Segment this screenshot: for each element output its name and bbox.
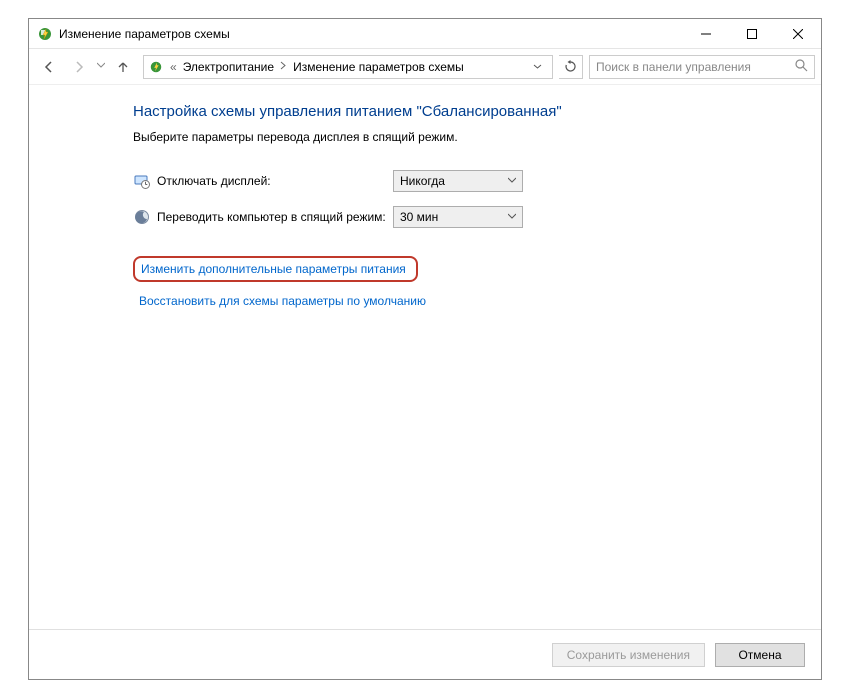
sleep-dropdown[interactable]: 30 мин — [393, 206, 523, 228]
display-off-value: Никогда — [400, 174, 508, 188]
footer: Сохранить изменения Отмена — [29, 629, 821, 679]
power-options-icon — [37, 26, 53, 42]
breadcrumb-item[interactable]: Электропитание — [183, 60, 274, 74]
cancel-button[interactable]: Отмена — [715, 643, 805, 667]
titlebar: Изменение параметров схемы — [29, 19, 821, 49]
setting-row-sleep: Переводить компьютер в спящий режим: 30 … — [133, 206, 811, 228]
navbar: « Электропитание Изменение параметров сх… — [29, 49, 821, 85]
content-area: Настройка схемы управления питанием "Сба… — [29, 85, 821, 629]
address-dropdown-icon[interactable] — [526, 56, 548, 78]
links-block: Изменить дополнительные параметры питани… — [133, 256, 811, 308]
page-heading: Настройка схемы управления питанием "Сба… — [133, 103, 811, 120]
up-button[interactable] — [109, 53, 137, 81]
sleep-value: 30 мин — [400, 210, 508, 224]
window-frame: Изменение параметров схемы — [28, 18, 822, 680]
window-title: Изменение параметров схемы — [59, 27, 230, 41]
save-button: Сохранить изменения — [552, 643, 705, 667]
search-box[interactable]: Поиск в панели управления — [589, 55, 815, 79]
recent-dropdown-icon[interactable] — [95, 61, 107, 72]
display-timeout-icon — [133, 172, 151, 190]
setting-row-display: Отключать дисплей: Никогда — [133, 170, 811, 192]
advanced-settings-link[interactable]: Изменить дополнительные параметры питани… — [141, 262, 406, 276]
sleep-icon — [133, 208, 151, 226]
page-subtext: Выберите параметры перевода дисплея в сп… — [133, 130, 811, 144]
restore-defaults-link[interactable]: Восстановить для схемы параметры по умол… — [139, 294, 426, 308]
overflow-chevron-icon[interactable]: « — [170, 60, 177, 74]
close-button[interactable] — [775, 19, 821, 49]
maximize-button[interactable] — [729, 19, 775, 49]
forward-button[interactable] — [65, 53, 93, 81]
sleep-label: Переводить компьютер в спящий режим: — [157, 210, 386, 224]
display-off-dropdown[interactable]: Никогда — [393, 170, 523, 192]
chevron-down-icon — [508, 176, 516, 187]
search-icon — [795, 59, 808, 75]
display-off-label: Отключать дисплей: — [157, 174, 271, 188]
search-placeholder: Поиск в панели управления — [596, 60, 795, 74]
minimize-button[interactable] — [683, 19, 729, 49]
breadcrumb-item[interactable]: Изменение параметров схемы — [293, 60, 464, 74]
chevron-down-icon — [508, 212, 516, 223]
back-button[interactable] — [35, 53, 63, 81]
highlight-frame: Изменить дополнительные параметры питани… — [133, 256, 418, 282]
refresh-button[interactable] — [559, 55, 583, 79]
power-options-icon — [148, 59, 164, 75]
chevron-right-icon[interactable] — [280, 61, 287, 73]
address-bar[interactable]: « Электропитание Изменение параметров сх… — [143, 55, 553, 79]
